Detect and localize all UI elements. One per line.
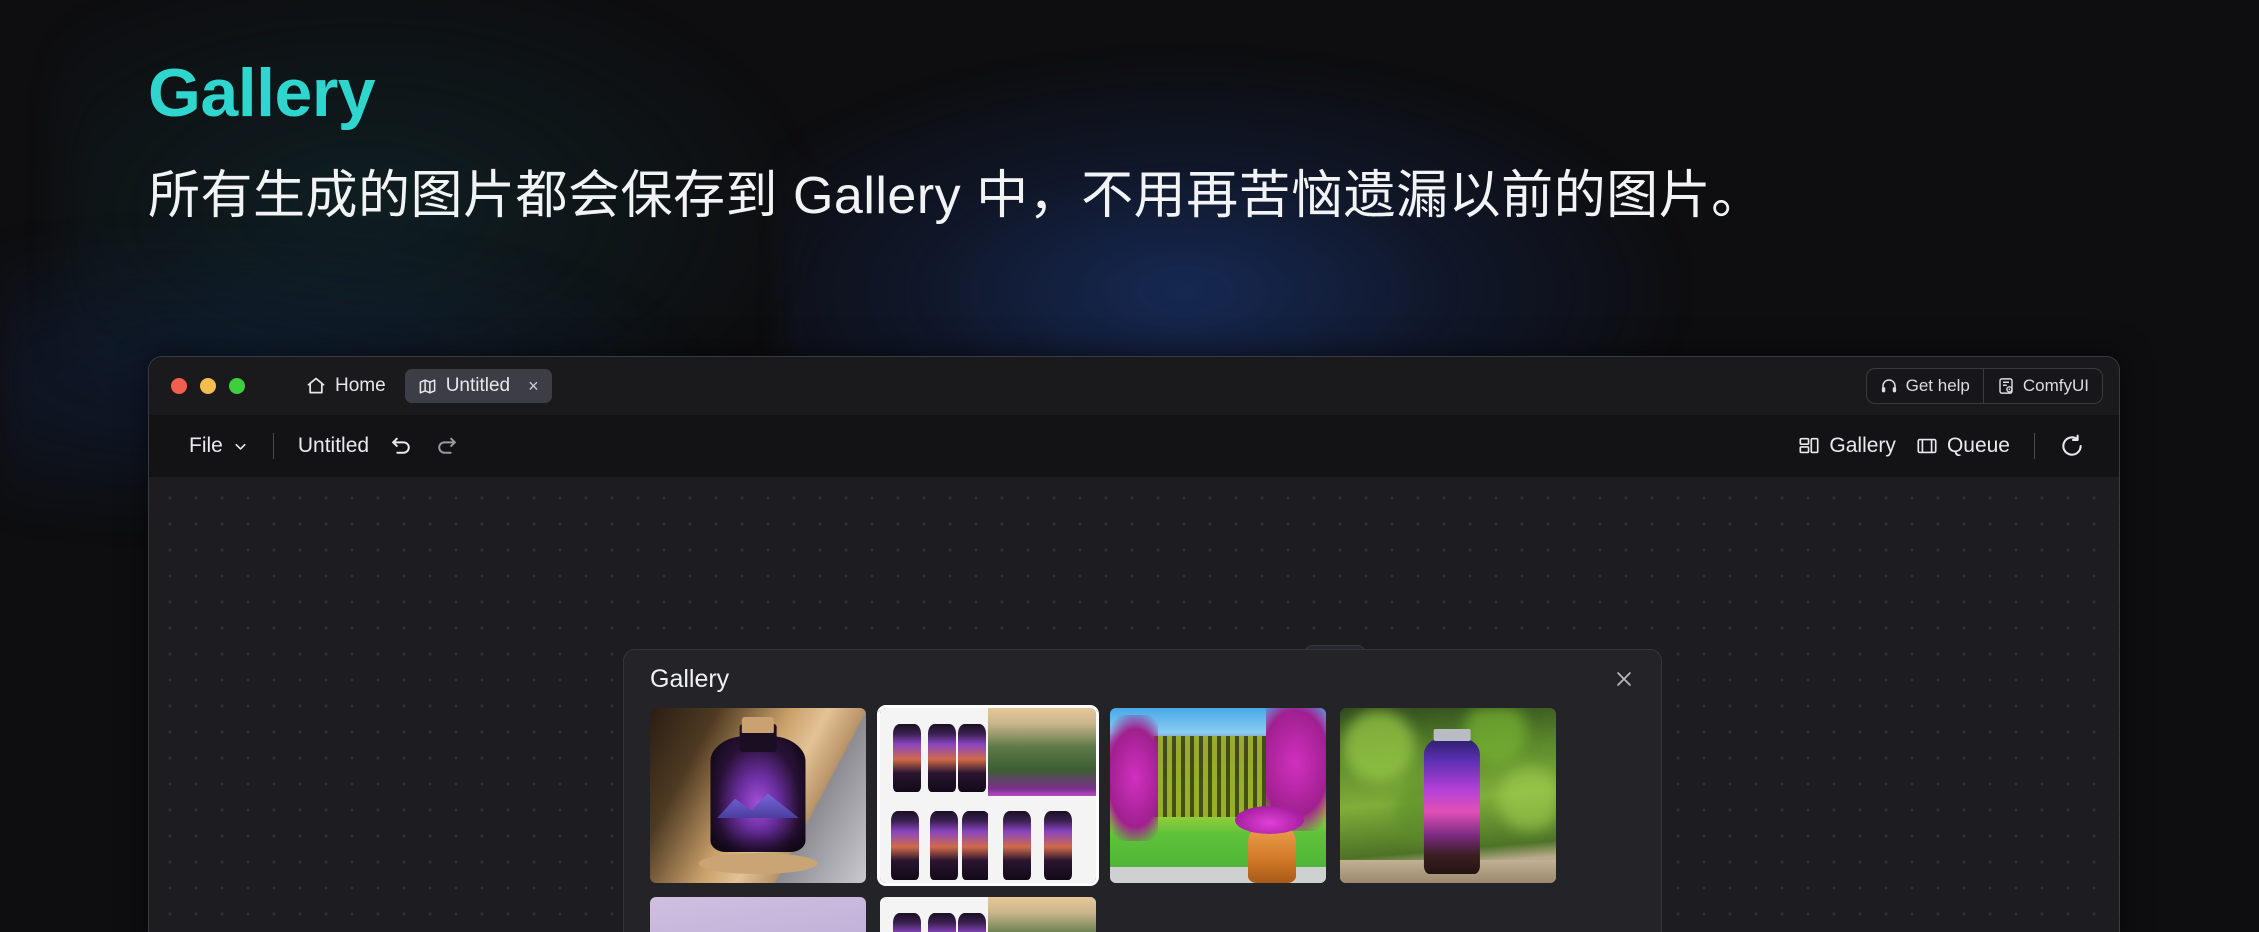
titlebar-actions: Get help ComfyUI [1865,368,2103,404]
refresh-icon [2059,433,2085,459]
toolbar-right-group: Gallery Queue [1788,427,2095,465]
gallery-item-6[interactable] [880,897,1096,932]
gallery-item-5[interactable] [650,897,866,932]
thumb6-bottle-c [957,912,986,932]
gallery-grid [624,705,1661,932]
tab-untitled-workflow[interactable]: Untitled × [404,369,552,403]
tab-home-label: Home [335,375,386,396]
thumb6-bottle-b [927,912,956,932]
gallery-item-1[interactable] [650,708,866,883]
thumb2-bottle-a [892,723,922,792]
tab-untitled-label: Untitled [445,375,511,396]
headphones-icon [1880,377,1898,395]
tab-strip: Home Untitled × [293,369,552,403]
thumb2-cell-3 [880,796,988,884]
workflow-name-label[interactable]: Untitled [288,428,379,464]
hero-section: Gallery 所有生成的图片都会保存到 Gallery 中，不用再苦恼遗漏以前… [148,55,1764,231]
close-icon[interactable] [1609,664,1639,694]
comfy-logo-icon [1997,377,2015,395]
thumb1-bottle [710,736,806,852]
thumb2-bottle-h [1044,811,1073,880]
film-strip-icon [1916,435,1938,457]
undo-button[interactable] [379,428,424,465]
toolbar-divider-left [272,433,274,459]
queue-button-label: Queue [1946,434,2010,457]
gallery-item-2[interactable] [877,705,1099,886]
thumb2-cell-2 [988,708,1096,796]
thumb2-bottle-e [929,811,958,880]
thumb2-bottle-g [1003,811,1032,880]
thumb2-bottle-f [962,811,988,880]
home-icon [306,376,326,396]
page-title: Gallery [148,55,376,131]
gallery-modal-header: Gallery [624,650,1661,708]
gallery-item-4[interactable] [1340,708,1556,883]
traffic-lights [171,378,245,394]
page-root: Gallery 所有生成的图片都会保存到 Gallery 中，不用再苦恼遗漏以前… [0,0,2259,932]
minimize-window-button[interactable] [200,378,216,394]
gallery-modal-title: Gallery [650,664,730,693]
get-help-label: Get help [1905,376,1970,395]
close-window-button[interactable] [171,378,187,394]
gallery-button[interactable]: Gallery [1788,428,1906,464]
maximize-window-button[interactable] [229,378,245,394]
gallery-item-3[interactable] [1110,708,1326,883]
close-icon[interactable]: × [528,377,539,395]
gallery-grid-icon [1798,435,1820,457]
thumb6-cell-2 [988,897,1096,932]
thumb3-flower [1235,806,1305,834]
workflow-canvas[interactable]: IMAGE SaveImage [149,477,2119,932]
thumb1-coaster [698,853,818,875]
chevron-down-icon [232,438,249,455]
thumb4-bottle [1424,737,1481,875]
file-menu-label: File [189,434,223,457]
map-icon [418,377,437,396]
thumb2-bottle-d [890,811,919,880]
thumb6-cell-1 [880,897,988,932]
window-titlebar: Home Untitled × Get help ComfyUI [149,357,2119,415]
thumb4-cap [1433,729,1471,742]
queue-button[interactable]: Queue [1906,428,2020,464]
thumb6-bottle-a [892,912,922,932]
gallery-modal: Gallery [623,649,1662,932]
thumb2-cell-4 [988,796,1096,884]
undo-icon [389,434,414,459]
thumb2-bottle-c [957,723,986,792]
toolbar-divider-right [2034,433,2035,459]
workflow-toolbar: File Untitled Gallery Queue [149,415,2119,477]
redo-button[interactable] [424,428,469,465]
get-help-button[interactable]: Get help [1867,369,1983,403]
page-subtitle: 所有生成的图片都会保存到 Gallery 中，不用再苦恼遗漏以前的图片。 [148,167,1764,226]
redo-icon [434,434,459,459]
thumb3-magenta-left [1110,715,1158,841]
comfyui-button[interactable]: ComfyUI [1984,369,2102,403]
gallery-button-label: Gallery [1829,434,1896,457]
refresh-button[interactable] [2049,427,2095,465]
thumb1-cork [741,716,775,733]
thumb2-cell-1 [880,708,988,796]
toolbar-left-group: File Untitled [179,428,469,465]
app-window: Home Untitled × Get help ComfyUI File Un… [148,356,2120,932]
thumb2-bottle-b [927,723,956,792]
tab-home[interactable]: Home [293,369,399,403]
comfyui-label: ComfyUI [2022,376,2089,395]
file-menu-button[interactable]: File [179,428,259,464]
